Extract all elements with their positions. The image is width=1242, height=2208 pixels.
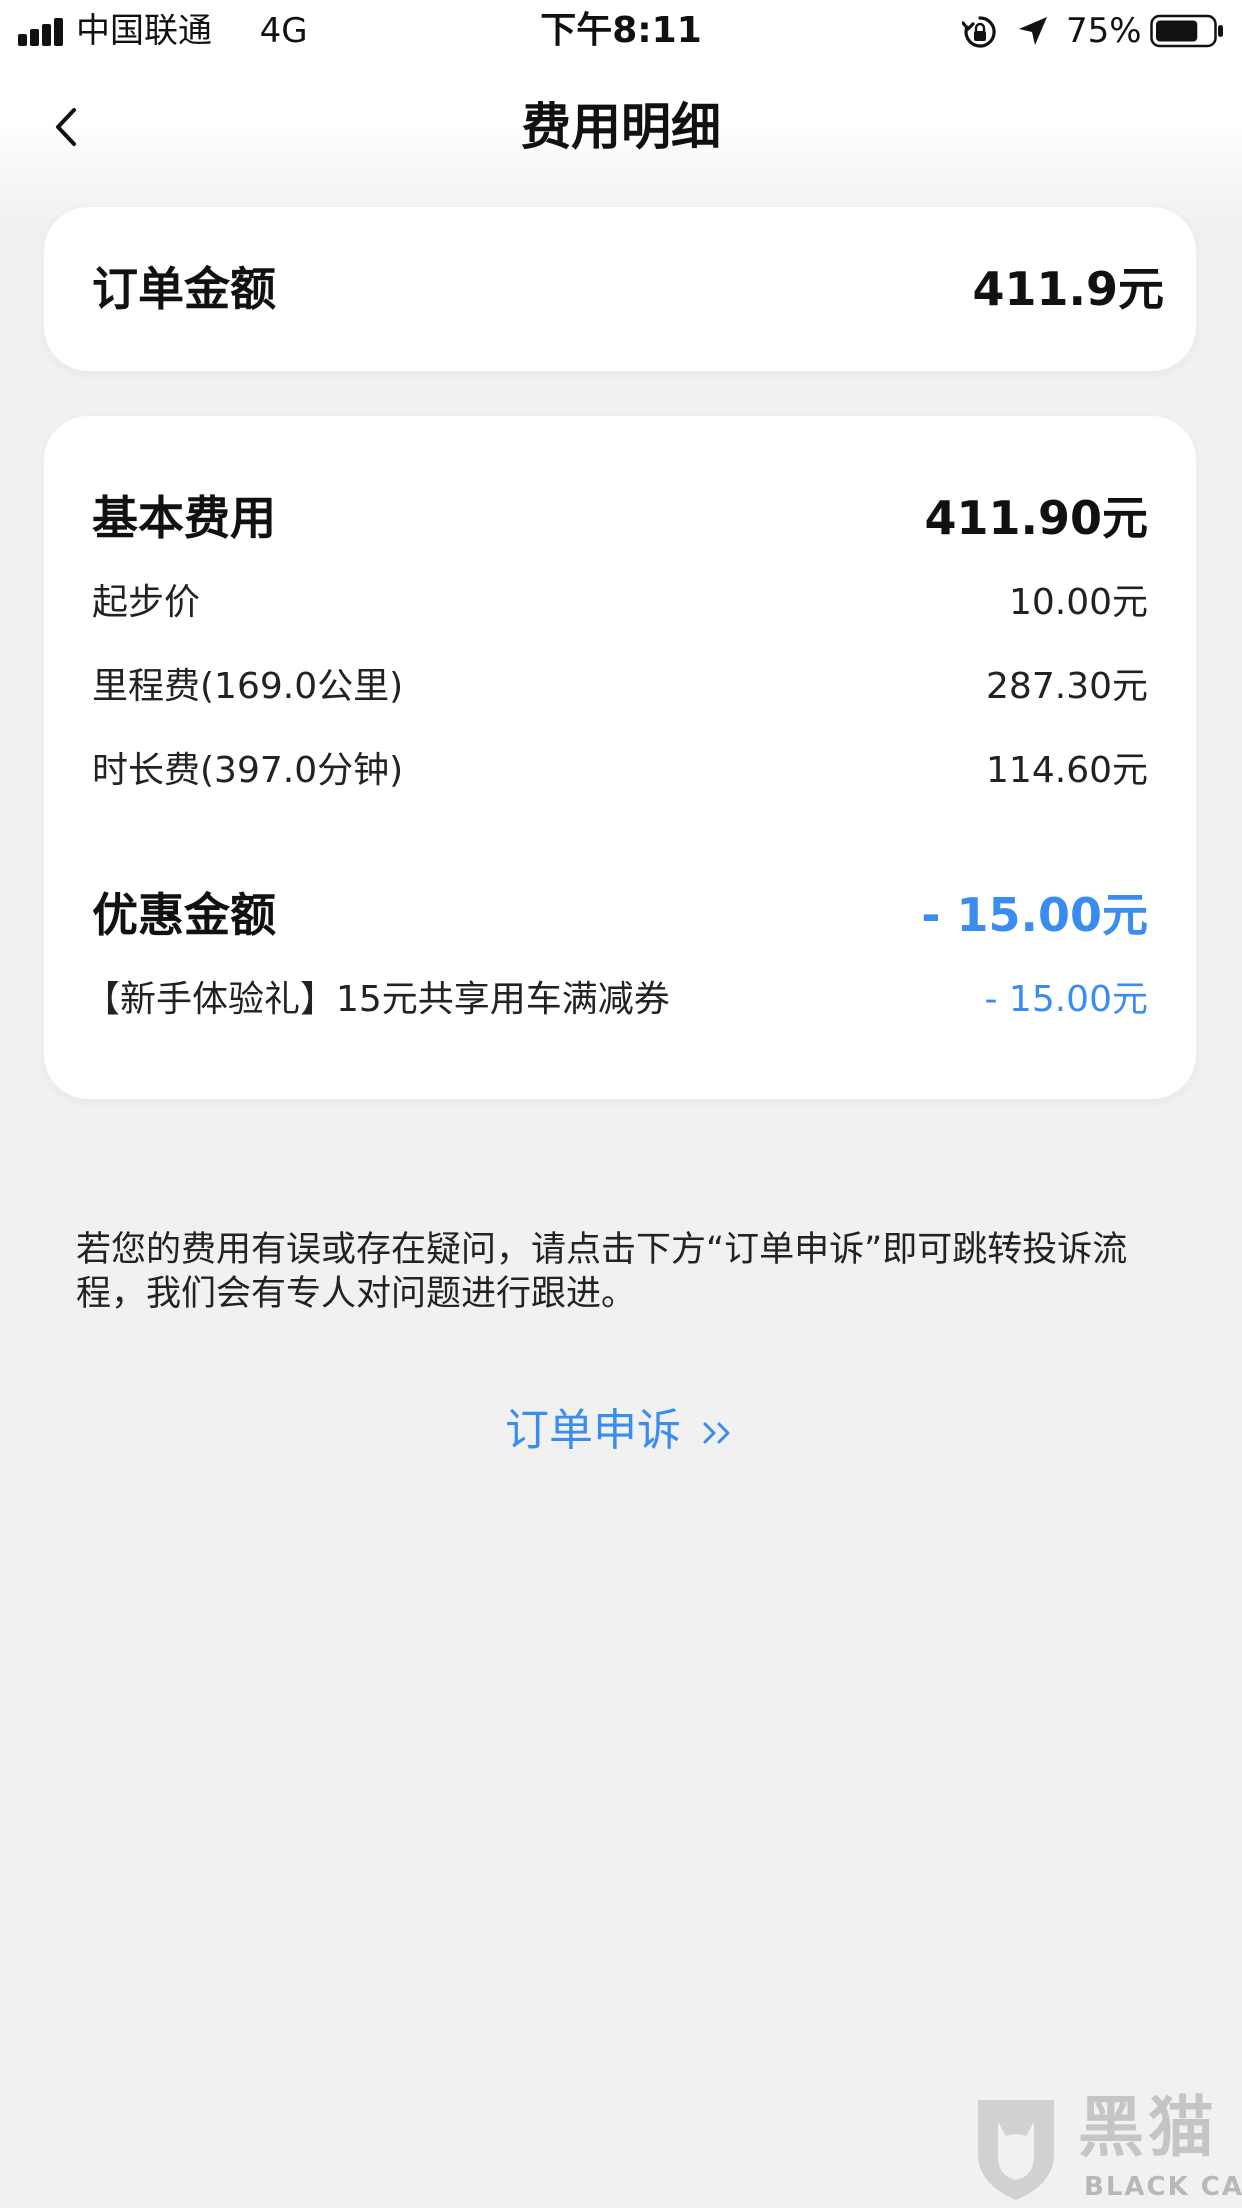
fee-item-value: 114.60元	[986, 750, 1148, 791]
order-appeal-label[interactable]: 订单申诉	[505, 1405, 681, 1456]
fee-item-row: 时长费(397.0分钟) 114.60元	[92, 736, 1148, 806]
rotation-lock-icon	[962, 16, 996, 48]
black-cat-logo-icon	[978, 2100, 1054, 2200]
order-total-label: 订单金额	[92, 262, 276, 316]
black-cat-watermark: 黑猫 BLACK CAT	[968, 2089, 1242, 2204]
order-total-card: 订单金额 411.9元	[44, 207, 1196, 371]
watermark-text: 黑猫	[1078, 2089, 1218, 2166]
fee-item-value: 287.30元	[986, 666, 1148, 707]
basic-fee-label: 基本费用	[92, 491, 276, 545]
dispute-note: 若您的费用有误或存在疑问，请点击下方“订单申诉”即可跳转投诉流程，我们会有专人对…	[76, 1230, 1128, 1314]
order-total-value: 411.9元	[972, 262, 1164, 316]
fee-item-label: 里程费(169.0公里)	[92, 666, 404, 707]
status-time: 下午8:11	[540, 10, 702, 51]
discount-label: 优惠金额	[92, 888, 276, 942]
watermark-subtext: BLACK CAT	[1084, 2172, 1242, 2202]
battery-icon	[1150, 14, 1223, 48]
coupon-label: 【新手体验礼】15元共享用车满减券	[84, 979, 670, 1020]
order-appeal-link[interactable]: 订单申诉	[0, 1396, 1242, 1466]
discount-value: - 15.00元	[921, 888, 1148, 942]
location-arrow-icon	[1019, 17, 1047, 45]
coupon-value: - 15.00元	[984, 979, 1149, 1020]
fee-detail-card: 基本费用 411.90元 起步价 10.00元 里程费(169.0公里) 287…	[44, 416, 1196, 1099]
fee-item-row: 里程费(169.0公里) 287.30元	[92, 652, 1148, 722]
coupon-row: 【新手体验礼】15元共享用车满减券 - 15.00元	[84, 965, 1149, 1035]
fee-item-label: 时长费(397.0分钟)	[92, 750, 404, 791]
battery-percentage: 75%	[1066, 11, 1142, 51]
basic-fee-value: 411.90元	[924, 491, 1148, 545]
basic-fee-row: 基本费用 411.90元	[92, 483, 1148, 553]
status-bar: 中国联通 4G 下午8:11 75%	[0, 0, 1242, 62]
fee-item-value: 10.00元	[1008, 582, 1148, 623]
double-chevron-right-icon	[703, 1422, 730, 1444]
order-total-row: 订单金额 411.9元	[92, 254, 1164, 324]
fee-item-row: 起步价 10.00元	[92, 568, 1148, 638]
fee-item-label: 起步价	[92, 582, 201, 623]
page-title: 费用明细	[521, 98, 721, 156]
discount-row: 优惠金额 - 15.00元	[92, 880, 1148, 950]
